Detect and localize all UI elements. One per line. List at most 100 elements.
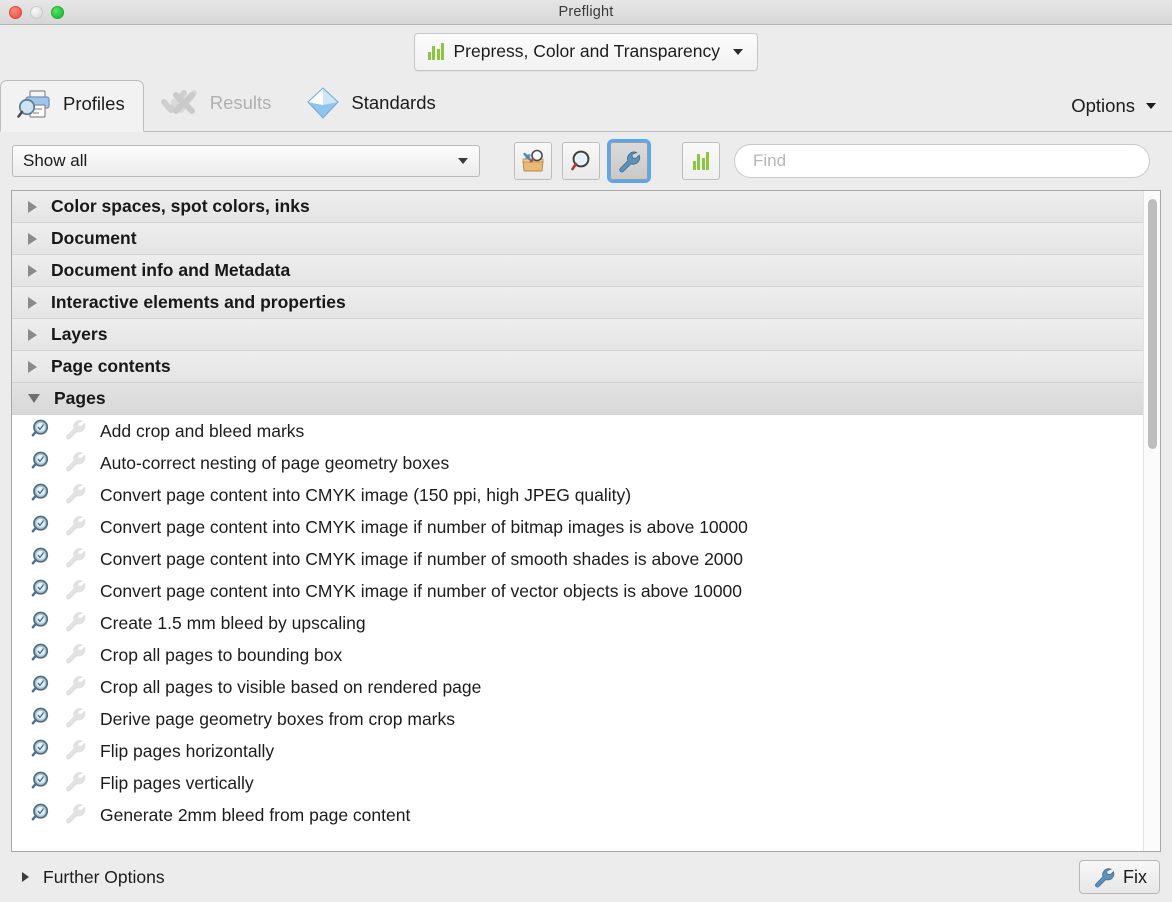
wrench-button[interactable] bbox=[63, 449, 87, 478]
find-input[interactable] bbox=[753, 151, 1131, 171]
inspect-magnifier-button[interactable] bbox=[30, 577, 54, 606]
category-row-page-contents[interactable]: Page contents bbox=[12, 351, 1143, 383]
category-row-document[interactable]: Document bbox=[12, 223, 1143, 255]
wrench-button[interactable] bbox=[63, 673, 87, 702]
triangle-right-icon[interactable] bbox=[28, 232, 37, 245]
wrench-button[interactable] bbox=[63, 641, 87, 670]
inspect-magnifier-button[interactable] bbox=[30, 513, 54, 542]
options-menu-button[interactable]: Options bbox=[1071, 95, 1156, 117]
rule-item-icons bbox=[30, 417, 87, 446]
inspect-magnifier-button[interactable] bbox=[30, 673, 54, 702]
magnifier-button[interactable] bbox=[562, 142, 600, 180]
inspect-magnifier-icon bbox=[31, 515, 49, 532]
rule-item-label: Add crop and bleed marks bbox=[100, 420, 305, 441]
rule-item-label: Flip pages horizontally bbox=[100, 740, 275, 761]
wrench-button[interactable] bbox=[63, 545, 87, 574]
rule-item-row[interactable]: Crop all pages to bounding box bbox=[12, 639, 1143, 671]
tab-standards[interactable]: Standards bbox=[289, 79, 453, 131]
scrollbar-thumb[interactable] bbox=[1148, 199, 1157, 449]
chevron-down-icon bbox=[1146, 103, 1156, 109]
wrench-button[interactable] bbox=[63, 769, 87, 798]
rule-item-row[interactable]: Auto-correct nesting of page geometry bo… bbox=[12, 447, 1143, 479]
rule-item-row[interactable]: Convert page content into CMYK image (15… bbox=[12, 479, 1143, 511]
wrench-button[interactable] bbox=[63, 801, 87, 830]
triangle-right-icon[interactable] bbox=[28, 264, 37, 277]
category-row-color-spaces[interactable]: Color spaces, spot colors, inks bbox=[12, 191, 1143, 223]
find-field-wrapper[interactable] bbox=[734, 144, 1150, 178]
wrench-button[interactable] bbox=[63, 609, 87, 638]
inspect-magnifier-button[interactable] bbox=[30, 449, 54, 478]
inspect-magnifier-button[interactable] bbox=[30, 609, 54, 638]
title-bar: Preflight bbox=[0, 0, 1172, 25]
rule-item-row[interactable]: Convert page content into CMYK image if … bbox=[12, 575, 1143, 607]
category-row-document-info[interactable]: Document info and Metadata bbox=[12, 255, 1143, 287]
triangle-right-icon[interactable] bbox=[28, 296, 37, 309]
profile-dropdown-button[interactable]: Prepress, Color and Transparency bbox=[413, 32, 759, 71]
rule-item-row[interactable]: Add crop and bleed marks bbox=[12, 415, 1143, 447]
magnifier-icon bbox=[571, 150, 590, 171]
category-row-layers[interactable]: Layers bbox=[12, 319, 1143, 351]
inspect-magnifier-button[interactable] bbox=[30, 801, 54, 830]
inspect-magnifier-button[interactable] bbox=[30, 737, 54, 766]
category-label: Layers bbox=[51, 324, 108, 344]
rule-item-label: Convert page content into CMYK image (15… bbox=[100, 484, 632, 505]
wrench-icon bbox=[66, 675, 86, 695]
wrench-button[interactable] bbox=[63, 705, 87, 734]
wrench-button[interactable] bbox=[610, 142, 648, 180]
rule-item-icons bbox=[30, 481, 87, 510]
triangle-down-icon[interactable] bbox=[28, 394, 40, 403]
inspect-magnifier-button[interactable] bbox=[30, 705, 54, 734]
rule-item-row[interactable]: Convert page content into CMYK image if … bbox=[12, 543, 1143, 575]
tab-results-label: Results bbox=[209, 92, 272, 113]
rules-list[interactable]: Color spaces, spot colors, inks Document… bbox=[12, 191, 1143, 851]
inspect-magnifier-button[interactable] bbox=[30, 769, 54, 798]
inspect-magnifier-button[interactable] bbox=[30, 481, 54, 510]
wrench-icon bbox=[66, 419, 86, 439]
triangle-right-icon[interactable] bbox=[28, 200, 37, 213]
rule-item-label: Crop all pages to visible based on rende… bbox=[100, 676, 482, 697]
rule-item-row[interactable]: Crop all pages to visible based on rende… bbox=[12, 671, 1143, 703]
rule-item-row[interactable]: Create 1.5 mm bleed by upscaling bbox=[12, 607, 1143, 639]
wrench-icon bbox=[1095, 868, 1115, 888]
tab-profiles[interactable]: Profiles bbox=[0, 80, 144, 132]
vertical-scrollbar[interactable] bbox=[1143, 191, 1160, 851]
further-options-disclosure[interactable]: Further Options bbox=[22, 867, 165, 888]
inspect-magnifier-button[interactable] bbox=[30, 545, 54, 574]
wrench-button[interactable] bbox=[63, 577, 87, 606]
wrench-button[interactable] bbox=[63, 737, 87, 766]
tab-results[interactable]: Results bbox=[144, 79, 290, 131]
wrench-button[interactable] bbox=[63, 513, 87, 542]
rule-item-icons bbox=[30, 545, 87, 574]
rule-item-label: Create 1.5 mm bleed by upscaling bbox=[100, 612, 366, 633]
wrench-icon bbox=[66, 739, 86, 759]
tool-button-group bbox=[514, 142, 648, 180]
category-label: Pages bbox=[54, 388, 106, 408]
inspect-magnifier-icon bbox=[31, 771, 49, 788]
inspect-magnifier-icon bbox=[31, 483, 49, 500]
toolbox-inspect-button[interactable] bbox=[514, 142, 552, 180]
wrench-button[interactable] bbox=[63, 481, 87, 510]
category-row-pages[interactable]: Pages bbox=[12, 383, 1143, 415]
rule-item-row[interactable]: Convert page content into CMYK image if … bbox=[12, 511, 1143, 543]
further-options-label: Further Options bbox=[43, 866, 165, 887]
rule-item-row[interactable]: Flip pages vertically bbox=[12, 767, 1143, 799]
rule-item-icons bbox=[30, 513, 87, 542]
window-title: Preflight bbox=[558, 4, 614, 20]
triangle-right-icon[interactable] bbox=[28, 360, 37, 373]
rule-item-icons bbox=[30, 609, 87, 638]
rule-item-row[interactable]: Derive page geometry boxes from crop mar… bbox=[12, 703, 1143, 735]
rule-item-row[interactable]: Flip pages horizontally bbox=[12, 735, 1143, 767]
inspect-magnifier-icon bbox=[31, 547, 49, 564]
wrench-button[interactable] bbox=[63, 417, 87, 446]
category-row-interactive-elements[interactable]: Interactive elements and properties bbox=[12, 287, 1143, 319]
triangle-right-icon[interactable] bbox=[28, 328, 37, 341]
printer-magnifier-icon bbox=[17, 90, 50, 118]
wrench-icon bbox=[66, 611, 86, 631]
rule-item-row[interactable]: Generate 2mm bleed from page content bbox=[12, 799, 1143, 831]
inspect-magnifier-button[interactable] bbox=[30, 641, 54, 670]
show-all-dropdown[interactable]: Show all bbox=[12, 145, 480, 177]
chart-profile-button[interactable] bbox=[682, 142, 720, 180]
fix-button[interactable]: Fix bbox=[1079, 860, 1160, 894]
inspect-magnifier-icon bbox=[31, 803, 49, 820]
inspect-magnifier-button[interactable] bbox=[30, 417, 54, 446]
